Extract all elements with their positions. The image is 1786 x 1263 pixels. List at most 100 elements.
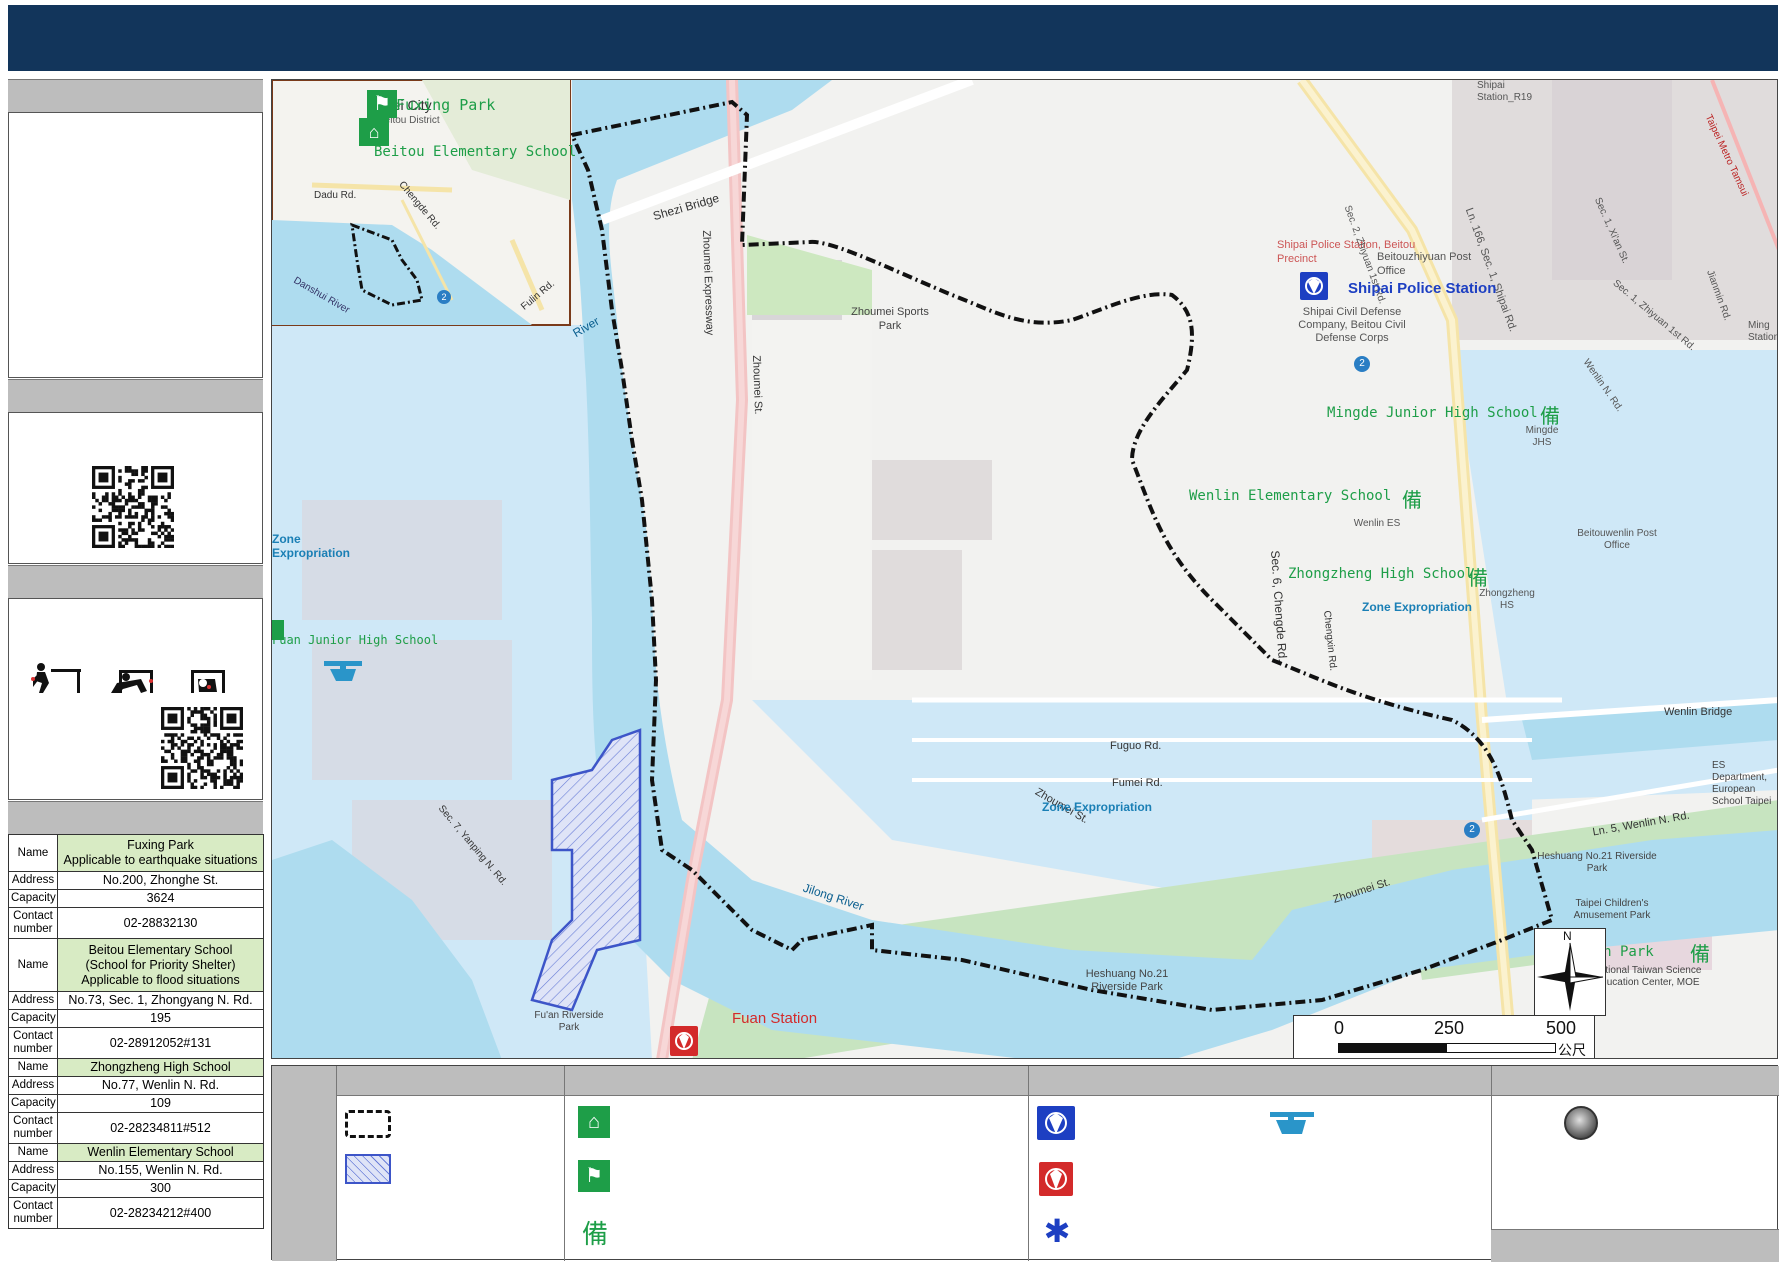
table-row: Contact number 02-28234811#512: [8, 1112, 264, 1144]
table-row: Contact number 02-28234212#400: [8, 1197, 264, 1229]
panel-header-4: [8, 801, 263, 835]
name-key: Name: [8, 1058, 58, 1077]
panel-content-3: [8, 598, 263, 800]
shelter-note: (School for Priority Shelter): [85, 957, 236, 972]
reserve-icon-wenlin: 備: [1402, 488, 1422, 512]
legend-divider: [1028, 1066, 1029, 1261]
address-key: Address: [8, 1076, 58, 1095]
map-label-heshuang-park2: Heshuang No.21 Riverside Park: [1537, 851, 1657, 874]
panel-header-2: [8, 379, 263, 413]
contact-key: Contact number: [8, 1027, 58, 1059]
map-label-mingde-jhs: Mingde Junior High School: [1327, 405, 1538, 421]
map-label-zone-expropriation-center: Zone Expropriation: [1042, 800, 1153, 814]
capacity-key: Capacity: [8, 889, 58, 908]
address-value: No.77, Wenlin N. Rd.: [57, 1076, 264, 1095]
police-station-legend-icon: [1037, 1106, 1075, 1140]
police-station-icon: [1300, 272, 1328, 300]
name-key: Name: [8, 1143, 58, 1162]
helicopter-icon: [322, 657, 366, 687]
reserve-icon-mingde: 備: [1540, 404, 1560, 428]
address-key: Address: [8, 1161, 58, 1180]
map-label-shipai-station: Shipai Station_R19: [1477, 80, 1533, 103]
name-key: Name: [8, 834, 58, 872]
compass-icon: [1537, 942, 1604, 1011]
capacity-key: Capacity: [8, 1179, 58, 1198]
address-value: No.155, Wenlin N. Rd.: [57, 1161, 264, 1180]
gray-circle-legend-icon: [1564, 1106, 1598, 1140]
table-row: Capacity 109: [8, 1094, 264, 1113]
indoor-shelter-icon: ⌂: [578, 1106, 610, 1138]
shelter-note: Applicable to earthquake situations: [63, 853, 258, 867]
table-row: Contact number 02-28912052#131: [8, 1027, 264, 1059]
shelter-name-cell: Beitou Elementary School (School for Pri…: [57, 938, 264, 992]
flood-zone-legend-symbol: [345, 1154, 391, 1184]
shelter-name: Fuxing Park: [127, 838, 194, 852]
contact-value: 02-28832130: [57, 907, 264, 939]
legend-header-bar: [272, 1066, 1779, 1096]
table-row: Name Fuxing Park Applicable to earthquak…: [8, 834, 264, 872]
table-row: Address No.155, Wenlin N. Rd.: [8, 1161, 264, 1180]
address-key: Address: [8, 991, 58, 1010]
drop-cover-hold-icon: [31, 663, 225, 693]
map-label-wenlin-post: Beitouwenlin Post Office: [1577, 528, 1657, 551]
contact-key: Contact number: [8, 1112, 58, 1144]
scale-segment: [1338, 1043, 1446, 1053]
scale-zero: 0: [1334, 1018, 1345, 1038]
legend-title-column: [272, 1066, 336, 1261]
scale-bar: 0 250 500 公尺: [1293, 1015, 1595, 1058]
map-label-zhongzheng-hs: Zhongzheng High School: [1288, 566, 1474, 582]
map-label-zone-expropriation-west: Zone Expropriation: [272, 532, 351, 560]
shelter-name-cell: Fuxing Park Applicable to earthquake sit…: [57, 834, 264, 872]
north-arrow: N: [1534, 928, 1606, 1016]
sports-park-land: [752, 320, 872, 680]
panel-header-1: [8, 79, 263, 113]
outdoor-shelter-icon: ⚑: [578, 1160, 610, 1192]
scale-unit: 公尺: [1558, 1042, 1586, 1058]
scale-max: 500: [1546, 1018, 1577, 1038]
panel-content-2: [8, 412, 263, 564]
shelter-name: Zhongzheng High School: [57, 1058, 264, 1077]
legend-divider: [336, 1066, 337, 1261]
map-label-zhoumei-sports-park: Zhoumei Sports Park: [851, 306, 929, 332]
table-row: Capacity 300: [8, 1179, 264, 1198]
reserve-icon-meilun: 備: [1690, 942, 1710, 966]
address-key: Address: [8, 871, 58, 890]
name-key: Name: [8, 938, 58, 992]
contact-value: 02-28234212#400: [57, 1197, 264, 1229]
table-row: Capacity 3624: [8, 889, 264, 908]
contact-value: 02-28234811#512: [57, 1112, 264, 1144]
capacity-value: 195: [57, 1009, 264, 1028]
table-row: Address No.200, Zhonghe St.: [8, 871, 264, 890]
map-frame[interactable]: Taipei City Beitou District Fuxing Park …: [271, 79, 1778, 1059]
map-label-fumei-rd: Fumei Rd.: [1112, 777, 1163, 789]
fire-station-icon: [670, 1026, 698, 1056]
table-row: Name Zhongzheng High School: [8, 1058, 264, 1077]
map-label-wenlin-short: Wenlin ES: [1353, 518, 1401, 529]
map-label-civil-defense: Shipai Civil Defense Company, Beitou Civ…: [1298, 306, 1406, 344]
shelter-name: Beitou Elementary School: [88, 942, 233, 957]
fire-station-legend-icon: [1039, 1162, 1073, 1196]
scale-mid: 250: [1434, 1018, 1465, 1038]
fuan-jhs-shelter-icon: [272, 620, 284, 640]
route-2-icon: 2: [1464, 822, 1480, 838]
beitou-es-shelter-icon: ⌂: [359, 118, 389, 146]
map-label-ming-station: Ming Station: [1748, 320, 1778, 343]
map-label-es-dept: ES Department, European School Taipei: [1712, 760, 1772, 807]
table-row: Address No.77, Wenlin N. Rd.: [8, 1076, 264, 1095]
map-label-zone-expropriation-east: Zone Expropriation: [1362, 600, 1473, 614]
shelter-note-2: Applicable to flood situations: [81, 972, 240, 987]
map-label-shipai-police-station: Shipai Police Station: [1348, 280, 1497, 297]
capacity-key: Capacity: [8, 1009, 58, 1028]
qr-code-2[interactable]: [161, 707, 243, 789]
table-row: Address No.73, Sec. 1, Zhongyang N. Rd.: [8, 991, 264, 1010]
legend-divider: [564, 1066, 565, 1261]
route-2-icon: 2: [437, 290, 451, 304]
qr-code-1[interactable]: [92, 466, 174, 548]
map-label-wenlin-bridge: Wenlin Bridge: [1664, 706, 1733, 718]
boundary-legend-symbol: [345, 1110, 391, 1138]
main-map[interactable]: [272, 80, 1778, 1059]
map-label-post-office: Beitouzhiyuan Post Office: [1377, 251, 1472, 277]
helicopter-legend-icon: [1268, 1108, 1316, 1138]
reserve-icon-zhongzheng: 備: [1468, 566, 1488, 590]
map-label-fuguo-rd: Fuguo Rd.: [1110, 740, 1162, 752]
